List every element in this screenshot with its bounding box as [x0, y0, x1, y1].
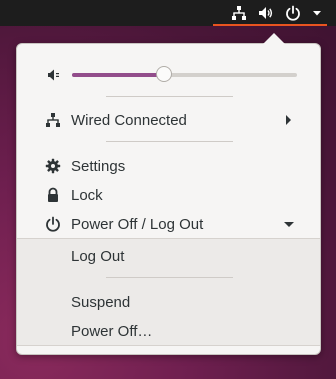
- network-menu-item[interactable]: Wired Connected: [17, 107, 320, 133]
- separator: [106, 141, 233, 142]
- power-off-label: Power Off…: [71, 322, 153, 340]
- separator: [106, 96, 233, 97]
- lock-label: Lock: [71, 186, 103, 204]
- power-icon: [285, 5, 301, 21]
- volume-slider[interactable]: [72, 73, 297, 77]
- separator: [106, 277, 233, 278]
- power-off-menu-item[interactable]: Power Off…: [17, 318, 320, 344]
- chevron-right-icon: [286, 115, 291, 125]
- top-bar: [0, 0, 336, 26]
- gear-icon: [45, 158, 61, 174]
- power-menu-item[interactable]: Power Off / Log Out: [17, 211, 320, 237]
- power-icon: [45, 216, 61, 232]
- system-menu: Wired Connected Settings Lock Power Off …: [16, 43, 321, 355]
- settings-label: Settings: [71, 157, 126, 175]
- lock-menu-item[interactable]: Lock: [17, 182, 320, 208]
- system-tray[interactable]: [227, 0, 326, 26]
- volume-slider-fill: [72, 73, 165, 77]
- network-label: Wired Connected: [71, 111, 187, 129]
- dropdown-arrow-icon: [312, 8, 322, 18]
- settings-menu-item[interactable]: Settings: [17, 153, 320, 179]
- lock-icon: [45, 187, 61, 203]
- volume-icon: [258, 5, 274, 21]
- tray-active-indicator: [213, 24, 327, 26]
- menu-pointer: [263, 33, 285, 44]
- log-out-menu-item[interactable]: Log Out: [17, 243, 320, 269]
- log-out-label: Log Out: [71, 247, 125, 265]
- network-wired-icon: [45, 112, 61, 128]
- power-label: Power Off / Log Out: [71, 215, 204, 233]
- suspend-label: Suspend: [71, 293, 131, 311]
- network-wired-icon: [231, 5, 247, 21]
- suspend-menu-item[interactable]: Suspend: [17, 289, 320, 315]
- volume-muted-icon: [45, 67, 61, 83]
- chevron-down-icon: [284, 221, 294, 227]
- power-submenu: Log Out Suspend Power Off…: [17, 238, 320, 346]
